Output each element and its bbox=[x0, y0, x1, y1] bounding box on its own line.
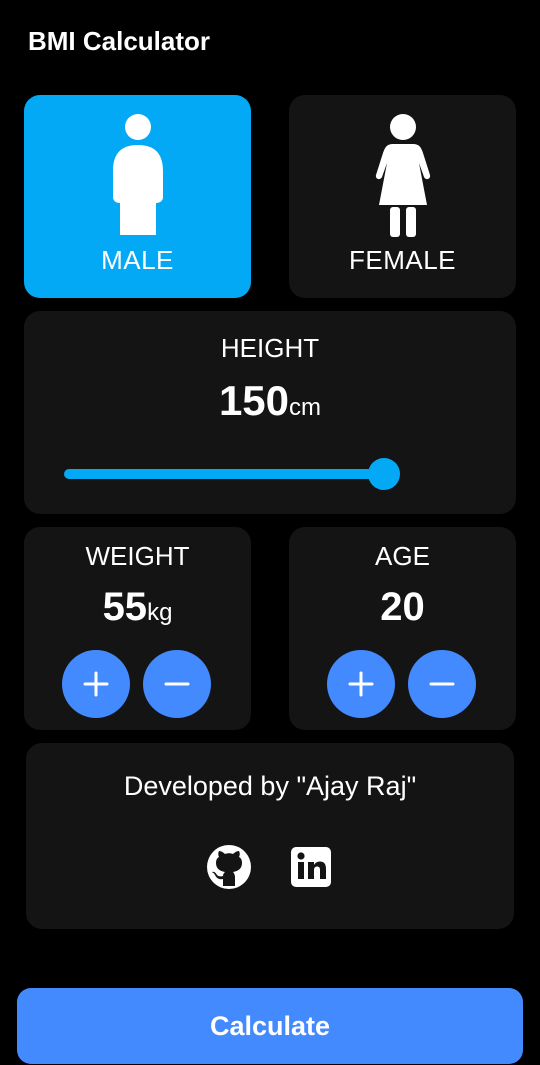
app-screen: BMI Calculator MALE FEMALE HEIGHT 150cm … bbox=[0, 0, 540, 1065]
calculate-button[interactable]: Calculate bbox=[17, 988, 523, 1064]
female-card[interactable]: FEMALE bbox=[289, 95, 516, 298]
age-increment-button[interactable] bbox=[327, 650, 395, 718]
weight-value: 55 bbox=[102, 585, 148, 629]
age-value: 20 bbox=[380, 585, 425, 629]
linkedin-icon[interactable] bbox=[288, 844, 334, 890]
female-icon bbox=[375, 114, 430, 237]
minus-icon bbox=[429, 682, 455, 686]
weight-decrement-button[interactable] bbox=[143, 650, 211, 718]
plus-icon bbox=[348, 671, 374, 697]
weight-increment-button[interactable] bbox=[62, 650, 130, 718]
weight-card: WEIGHT 55kg bbox=[24, 527, 251, 730]
height-unit: cm bbox=[289, 394, 322, 421]
age-decrement-button[interactable] bbox=[408, 650, 476, 718]
male-label: MALE bbox=[101, 245, 174, 275]
weight-label: WEIGHT bbox=[85, 541, 190, 571]
height-slider[interactable] bbox=[64, 458, 400, 490]
male-card[interactable]: MALE bbox=[24, 95, 251, 298]
minus-icon bbox=[164, 682, 190, 686]
male-icon bbox=[112, 114, 163, 235]
height-slider-track bbox=[64, 469, 384, 479]
plus-icon bbox=[83, 671, 109, 697]
age-value-row: 20 bbox=[289, 585, 516, 630]
developer-card: Developed by "Ajay Raj" bbox=[26, 743, 514, 929]
height-value-row: 150cm bbox=[24, 377, 516, 425]
weight-value-row: 55kg bbox=[24, 585, 251, 630]
weight-unit: kg bbox=[147, 599, 173, 626]
height-label: HEIGHT bbox=[220, 333, 320, 363]
height-card: HEIGHT 150cm bbox=[24, 311, 516, 514]
height-value: 150 bbox=[218, 377, 290, 424]
female-label: FEMALE bbox=[348, 245, 457, 275]
github-icon[interactable] bbox=[206, 844, 252, 890]
developer-credit: Developed by "Ajay Raj" bbox=[123, 771, 417, 801]
height-slider-thumb[interactable] bbox=[368, 458, 400, 490]
age-label: AGE bbox=[375, 541, 430, 571]
age-card: AGE 20 bbox=[289, 527, 516, 730]
app-title: BMI Calculator bbox=[28, 26, 211, 56]
